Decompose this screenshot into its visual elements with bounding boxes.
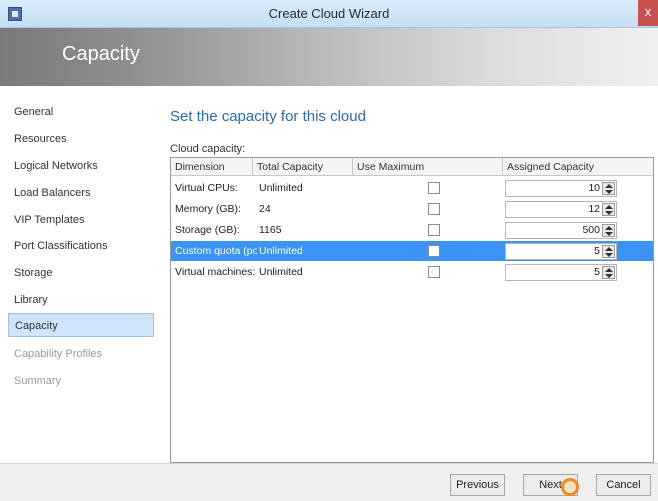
assigned-capacity-value[interactable]: 500 <box>582 223 600 238</box>
nav-item-capability-profiles: Capability Profiles <box>14 348 103 360</box>
column-header-assigned-capacity[interactable]: Assigned Capacity <box>503 158 653 176</box>
cell-total-capacity: Unlimited <box>259 266 303 278</box>
nav-item-resources[interactable]: Resources <box>8 127 154 151</box>
nav-item-general[interactable]: General <box>8 100 154 124</box>
cell-total-capacity: 1165 <box>259 224 282 236</box>
cell-total-capacity: Unlimited <box>259 182 303 194</box>
spin-buttons[interactable] <box>602 182 615 195</box>
close-button[interactable]: x <box>638 0 658 26</box>
wizard-steps-nav: General Resources Logical Networks Load … <box>8 100 156 460</box>
create-cloud-wizard-window: Create Cloud Wizard x Capacity General R… <box>0 0 658 501</box>
assigned-capacity-stepper[interactable]: 5 <box>505 264 617 281</box>
assigned-capacity-value[interactable]: 5 <box>594 265 600 280</box>
spin-down-icon[interactable] <box>605 232 613 236</box>
table-row[interactable]: Storage (GB): 1165 500 <box>171 220 653 240</box>
nav-item-capacity[interactable]: Capacity <box>8 313 154 337</box>
cell-dimension: Virtual CPUs: <box>175 182 238 194</box>
wizard-header: Capacity <box>0 28 658 86</box>
use-maximum-checkbox[interactable] <box>428 266 440 278</box>
spin-up-icon[interactable] <box>605 205 613 209</box>
nav-item-load-balancers[interactable]: Load Balancers <box>8 181 154 205</box>
assigned-capacity-value[interactable]: 10 <box>588 181 600 196</box>
use-maximum-checkbox[interactable] <box>428 203 440 215</box>
column-header-dimension[interactable]: Dimension <box>171 158 253 176</box>
nav-item-storage[interactable]: Storage <box>8 261 154 285</box>
spin-buttons[interactable] <box>602 266 615 279</box>
section-heading: Set the capacity for this cloud <box>170 108 366 125</box>
capacity-grid: Dimension Total Capacity Use Maximum Ass… <box>170 157 654 463</box>
assigned-capacity-stepper[interactable]: 10 <box>505 180 617 197</box>
spin-buttons[interactable] <box>602 224 615 237</box>
window-title: Create Cloud Wizard <box>268 6 390 21</box>
cell-dimension: Virtual machines: <box>175 266 256 278</box>
table-row[interactable]: Memory (GB): 24 12 <box>171 199 653 219</box>
wizard-footer: Previous Next Cancel <box>0 463 658 501</box>
use-maximum-checkbox[interactable] <box>428 245 440 257</box>
use-maximum-checkbox[interactable] <box>428 224 440 236</box>
column-header-use-maximum[interactable]: Use Maximum <box>353 158 503 176</box>
title-bar: Create Cloud Wizard x <box>0 0 658 28</box>
grid-header: Dimension Total Capacity Use Maximum Ass… <box>171 158 653 176</box>
spin-down-icon[interactable] <box>605 274 613 278</box>
cell-dimension: Memory (GB): <box>175 203 241 215</box>
cloud-capacity-label: Cloud capacity: <box>170 143 246 155</box>
nav-item-library[interactable]: Library <box>8 288 154 312</box>
assigned-capacity-value[interactable]: 5 <box>594 244 600 259</box>
table-row[interactable]: Virtual CPUs: Unlimited 10 <box>171 178 653 198</box>
column-header-total-capacity[interactable]: Total Capacity <box>253 158 353 176</box>
nav-item-summary: Summary <box>14 375 62 387</box>
table-row[interactable]: Virtual machines: Unlimited 5 <box>171 262 653 282</box>
previous-button[interactable]: Previous <box>450 474 505 496</box>
click-cursor-indicator <box>561 478 579 496</box>
spin-down-icon[interactable] <box>605 190 613 194</box>
assigned-capacity-stepper[interactable]: 12 <box>505 201 617 218</box>
table-row-selected[interactable]: Custom quota (points): Unlimited 5 <box>171 241 653 261</box>
spin-up-icon[interactable] <box>605 184 613 188</box>
spin-buttons[interactable] <box>602 245 615 258</box>
cancel-button[interactable]: Cancel <box>596 474 651 496</box>
cell-total-capacity: Unlimited <box>259 245 303 257</box>
assigned-capacity-stepper[interactable]: 500 <box>505 222 617 239</box>
spin-buttons[interactable] <box>602 203 615 216</box>
cell-total-capacity: 24 <box>259 203 271 215</box>
spin-up-icon[interactable] <box>605 226 613 230</box>
use-maximum-checkbox[interactable] <box>428 182 440 194</box>
cell-dimension: Storage (GB): <box>175 224 240 236</box>
cell-dimension: Custom quota (points): <box>175 245 257 257</box>
assigned-capacity-stepper[interactable]: 5 <box>505 243 617 260</box>
spin-down-icon[interactable] <box>605 211 613 215</box>
nav-item-logical-networks[interactable]: Logical Networks <box>8 154 154 178</box>
page-title: Capacity <box>62 43 140 65</box>
spin-up-icon[interactable] <box>605 268 613 272</box>
nav-item-port-classifications[interactable]: Port Classifications <box>8 234 154 258</box>
spin-down-icon[interactable] <box>605 253 613 257</box>
spin-up-icon[interactable] <box>605 247 613 251</box>
nav-item-vip-templates[interactable]: VIP Templates <box>8 208 154 232</box>
assigned-capacity-value[interactable]: 12 <box>588 202 600 217</box>
